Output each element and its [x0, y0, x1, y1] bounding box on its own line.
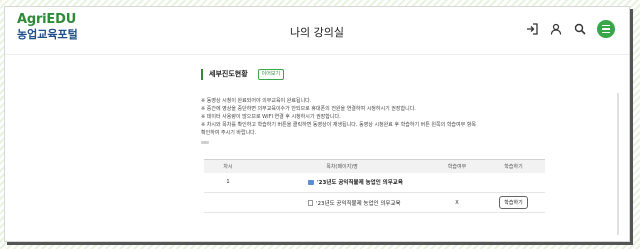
column-header-title: 목차(페이지)명: [252, 159, 432, 173]
cell-no: 1: [204, 172, 252, 193]
cell-no: [204, 192, 252, 213]
notice-line: ※ 차시와 목차를 확인하고 학습하기 버튼을 클릭하면 동영상이 재생됩니다.…: [201, 122, 477, 128]
page-title-cell: '23년도 공익직불제 농업인 의무교육: [252, 199, 432, 207]
table-header-row: 차시 목차(페이지)명 학습여부 학습하기: [204, 159, 545, 173]
chapter-title-text: '23년도 공익직불제 농업인 의무교육: [317, 180, 403, 187]
progress-section: 세부진도현황 이어보기 ※ 동영상 시청이 완료되어야 의무교육이 완료됩니다.…: [201, 67, 551, 144]
cell-done: X: [432, 192, 482, 213]
column-header-action: 학습하기: [482, 159, 545, 173]
notice-line: ※ 중간에 영상을 중단하면 의무교육이수가 안되므로 휴대폰의 전원을 연결하…: [201, 106, 416, 112]
header: AgriEDU 농업교육포털 나의 강의실: [5, 7, 629, 55]
notice-line: ※ 동영상 시청이 완료되어야 의무교육이 완료됩니다.: [201, 98, 312, 104]
cell-title: '23년도 공익직불제 농업인 의무교육: [252, 192, 432, 213]
app-window: AgriEDU 농업교육포털 나의 강의실 세부진도현황 이어보기 ※ 동영상 …: [4, 6, 630, 242]
section-marker: [201, 68, 203, 80]
continue-button[interactable]: 이어보기: [257, 68, 285, 80]
login-icon[interactable]: [525, 22, 539, 36]
cell-done: [432, 172, 482, 193]
collapse-handle[interactable]: [201, 141, 209, 144]
scrollbar[interactable]: [617, 93, 619, 235]
notice-line: 확인하여 주시기 바랍니다.: [201, 130, 257, 136]
section-header: 세부진도현황 이어보기: [201, 67, 551, 81]
file-icon: [308, 199, 313, 206]
search-icon[interactable]: [573, 22, 587, 36]
study-button[interactable]: 학습하기: [499, 196, 528, 209]
column-header-no: 차시: [204, 159, 252, 173]
table-row: 1 '23년도 공익직불제 농업인 의무교육: [204, 172, 545, 193]
header-actions: [525, 20, 615, 38]
table-row: '23년도 공익직불제 농업인 의무교육 X 학습하기: [204, 192, 545, 213]
chapter-title: '23년도 공익직불제 농업인 의무교육: [252, 178, 432, 186]
section-title: 세부진도현황: [209, 70, 248, 78]
page-title-text: '23년도 공익직불제 농업인 의무교육: [316, 200, 401, 207]
cell-title: '23년도 공익직불제 농업인 의무교육: [252, 172, 432, 193]
cell-action: [482, 172, 545, 193]
folder-icon: [308, 179, 314, 185]
menu-icon[interactable]: [597, 20, 615, 38]
user-icon[interactable]: [549, 22, 563, 36]
lesson-table: 차시 목차(페이지)명 학습여부 학습하기 1 '23년도 공익직불제 농업인 …: [204, 159, 545, 213]
cell-action: 학습하기: [482, 192, 545, 213]
column-header-done: 학습여부: [432, 159, 482, 173]
notice-line: ※ 데이터 사용량이 많으므로 WIFI 연결 후 시청하시기 권장합니다.: [201, 114, 341, 120]
notice-list: ※ 동영상 시청이 완료되어야 의무교육이 완료됩니다. ※ 중간에 영상을 중…: [201, 97, 551, 137]
